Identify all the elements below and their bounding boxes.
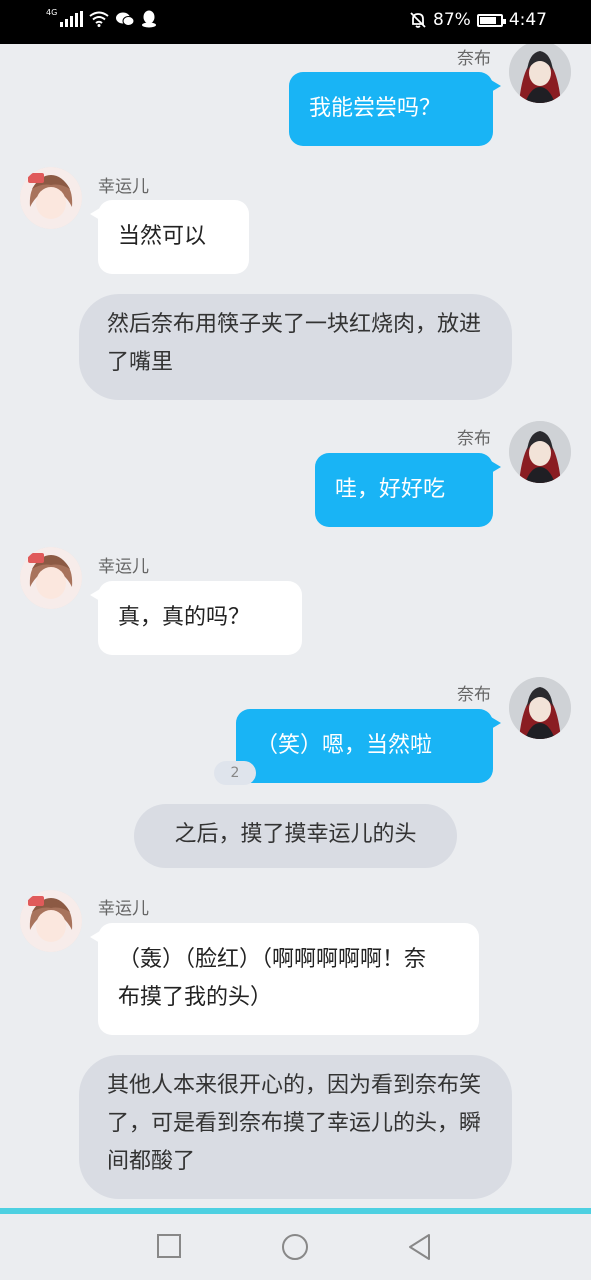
wifi-icon: [89, 11, 109, 27]
battery-percent: 87%: [433, 10, 471, 30]
status-right-icons: 87% 4:47: [409, 10, 547, 30]
message-text: （笑）嗯，当然啦: [256, 733, 433, 758]
message-bubble-me[interactable]: 哇，好好吃: [315, 453, 501, 527]
message-bubble-me[interactable]: 我能尝尝吗？: [289, 72, 501, 146]
back-button[interactable]: [407, 1233, 433, 1261]
sender-name: 奈布: [457, 49, 491, 69]
home-button[interactable]: [281, 1233, 309, 1261]
message-text: （轰）（脸红）（啊啊啊啊啊！奈布摸了我的头）: [118, 947, 427, 1010]
naib-avatar-image: [509, 421, 571, 483]
message-text: 当然可以: [118, 224, 207, 249]
lucky-guy-avatar-image: [20, 890, 82, 952]
reaction-count-badge[interactable]: 2: [214, 761, 256, 785]
wechat-icon: [116, 12, 135, 26]
status-left-icons: 4G: [46, 8, 157, 28]
recent-apps-button[interactable]: [156, 1233, 182, 1259]
battery-fill: [479, 16, 496, 24]
clock: 4:47: [508, 10, 547, 30]
naib-avatar-image: [509, 677, 571, 739]
sender-name: 奈布: [457, 685, 491, 705]
battery-icon: [476, 13, 506, 27]
sender-name: 幸运儿: [98, 177, 149, 197]
avatar-lucky-guy[interactable]: [20, 547, 82, 609]
avatar-naib[interactable]: [509, 677, 571, 739]
message-bubble-other[interactable]: 真，真的吗？: [90, 581, 302, 655]
message-text: 哇，好好吃: [335, 477, 446, 502]
message-text: 我能尝尝吗？: [309, 96, 442, 121]
narration-text: 然后奈布用筷子夹了一块红烧肉，放进了嘴里: [107, 312, 482, 375]
bell-off-icon: [410, 12, 426, 28]
narration-bubble[interactable]: 然后奈布用筷子夹了一块红烧肉，放进了嘴里: [79, 294, 512, 400]
avatar-naib[interactable]: [509, 44, 571, 103]
message-bubble-other[interactable]: （轰）（脸红）（啊啊啊啊啊！奈布摸了我的头）: [90, 923, 479, 1035]
narration-bubble[interactable]: 其他人本来很开心的，因为看到奈布笑了，可是看到奈布摸了幸运儿的头，瞬间都酸了: [79, 1055, 512, 1199]
avatar-naib[interactable]: [509, 421, 571, 483]
qq-icon: [142, 10, 156, 28]
chat-area[interactable]: 奈布 我能尝尝吗？ 幸运儿 当然可以 然后奈布用筷子夹了一块红烧肉，放进了嘴里 …: [0, 44, 591, 1208]
avatar-lucky-guy[interactable]: [20, 167, 82, 229]
lucky-guy-avatar-image: [20, 167, 82, 229]
lucky-guy-avatar-image: [20, 547, 82, 609]
status-bar: 4G 87% 4:47: [0, 0, 591, 44]
message-text: 真，真的吗？: [118, 605, 251, 630]
avatar-lucky-guy[interactable]: [20, 890, 82, 952]
sender-name: 奈布: [457, 429, 491, 449]
message-bubble-me[interactable]: （笑）嗯，当然啦: [236, 709, 501, 783]
navigation-bar: [0, 1214, 591, 1280]
sender-name: 幸运儿: [98, 557, 149, 577]
sender-name: 幸运儿: [98, 899, 149, 919]
signal-icon: [60, 11, 83, 27]
network-type: 4G: [46, 8, 58, 17]
narration-bubble[interactable]: 之后，摸了摸幸运儿的头: [134, 804, 457, 868]
naib-avatar-image: [509, 44, 571, 103]
narration-text: 之后，摸了摸幸运儿的头: [174, 822, 417, 847]
narration-text: 其他人本来很开心的，因为看到奈布笑了，可是看到奈布摸了幸运儿的头，瞬间都酸了: [107, 1073, 482, 1174]
message-bubble-other[interactable]: 当然可以: [90, 200, 249, 274]
